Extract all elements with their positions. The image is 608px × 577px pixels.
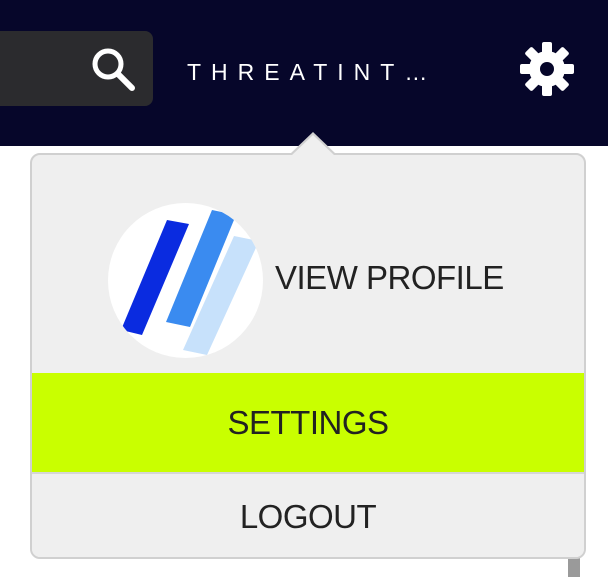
search-button[interactable]: [0, 31, 153, 106]
view-profile-label[interactable]: VIEW PROFILE: [275, 258, 504, 298]
avatar[interactable]: [108, 203, 263, 358]
view-profile-item[interactable]: VIEW PROFILE: [32, 155, 584, 373]
search-icon: [92, 48, 135, 91]
top-navigation-bar: THREATINT…: [0, 0, 608, 146]
organization-name[interactable]: THREATINT…: [187, 57, 437, 87]
avatar-logo-icon: [121, 210, 259, 355]
dropdown-caret: [292, 135, 334, 155]
user-menu-dropdown: VIEW PROFILE SETTINGS LOGOUT: [30, 153, 586, 559]
logout-menu-item[interactable]: LOGOUT: [32, 472, 584, 557]
settings-menu-item[interactable]: SETTINGS: [32, 373, 584, 472]
gear-icon[interactable]: [518, 40, 576, 98]
